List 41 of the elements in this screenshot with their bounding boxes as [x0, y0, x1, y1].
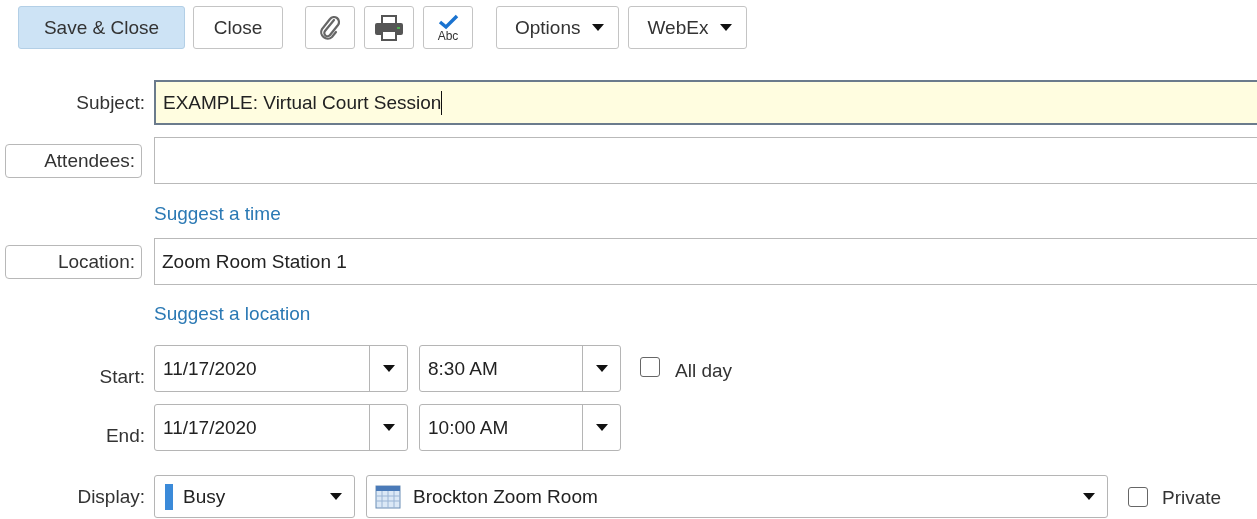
caret-icon: [1083, 493, 1095, 500]
location-field[interactable]: Zoom Room Station 1: [154, 238, 1257, 285]
paperclip-icon: [317, 13, 343, 42]
subject-field[interactable]: EXAMPLE: Virtual Court Session: [154, 80, 1257, 125]
status-dropdown[interactable]: Busy: [154, 475, 355, 518]
caret-icon: [592, 24, 605, 31]
print-button[interactable]: [364, 6, 414, 49]
time-label: End:: [105, 425, 145, 447]
checkbox[interactable]: [1128, 486, 1148, 507]
private-label: Private: [1162, 486, 1222, 509]
caret-icon: [595, 424, 608, 431]
subject-label: Subject:: [76, 91, 145, 114]
display-label: Display:: [77, 485, 145, 508]
calendar-dropdown[interactable]: Brockton Zoom Room: [366, 475, 1108, 518]
caret-icon: [595, 365, 608, 372]
menu-button[interactable]: WebEx: [628, 6, 748, 49]
close-button[interactable]: Close: [193, 6, 283, 49]
location-button[interactable]: Location:: [5, 244, 142, 279]
time-dropdown[interactable]: 10:00 AM: [419, 404, 621, 451]
suggest-time-link[interactable]: Suggest a time: [154, 203, 281, 225]
printer-icon: [373, 13, 405, 42]
spelling-button[interactable]: Abc: [423, 6, 473, 49]
caret-icon: [330, 493, 342, 500]
attendees-button[interactable]: Attendees:: [5, 143, 142, 178]
caret-icon: [382, 365, 395, 372]
status-bar-icon: [165, 483, 173, 510]
attendees-field[interactable]: [154, 137, 1257, 184]
time-dropdown[interactable]: 8:30 AM: [419, 345, 621, 392]
caret-icon: [382, 424, 395, 431]
suggest-location-link[interactable]: Suggest a location: [154, 303, 311, 325]
attach-button[interactable]: [305, 6, 355, 49]
date-dropdown[interactable]: 11/17/2020: [154, 404, 408, 451]
checkmark-icon: [437, 13, 459, 30]
calendar-icon: [375, 484, 401, 509]
date-dropdown[interactable]: 11/17/2020: [154, 345, 408, 392]
all-day-label: All day: [675, 359, 733, 382]
checkbox[interactable]: [640, 356, 660, 377]
menu-button[interactable]: Options: [496, 6, 620, 49]
time-label: Start:: [99, 366, 145, 388]
save-close-button[interactable]: Save & Close: [18, 6, 185, 49]
caret-icon: [720, 24, 733, 31]
